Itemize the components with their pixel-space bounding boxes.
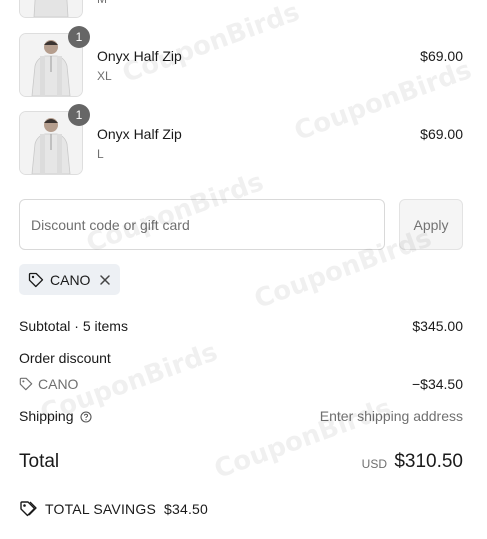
item-price: $69.00: [420, 48, 463, 64]
savings-value: $34.50: [164, 501, 209, 517]
quantity-badge: 1: [68, 104, 90, 126]
subtotal-row: Subtotal · 5 items $345.00: [19, 318, 463, 334]
item-name: Onyx Half Zip: [97, 48, 182, 64]
quantity-badge: 1: [68, 26, 90, 48]
item-variant: M: [97, 0, 107, 6]
order-discount-label: Order discount: [19, 350, 111, 366]
double-tag-icon: [20, 501, 37, 517]
discount-code-row: CANO −$34.50: [19, 376, 463, 392]
total-value: $310.50: [394, 451, 463, 472]
item-price: $69.00: [420, 126, 463, 142]
savings-label: TOTAL SAVINGS: [45, 501, 156, 517]
subtotal-label: Subtotal · 5 items: [19, 318, 128, 334]
item-variant: L: [97, 147, 104, 161]
discount-code-name: CANO: [38, 376, 79, 392]
shipping-label: Shipping: [19, 408, 74, 424]
help-circle-icon[interactable]: [79, 411, 92, 423]
discount-code-field[interactable]: [19, 199, 385, 250]
item-name: Onyx Half Zip: [97, 126, 182, 142]
product-thumbnail: [19, 0, 83, 18]
tag-icon: [19, 377, 33, 391]
watermark: CouponBirds: [210, 393, 396, 485]
apply-discount-button[interactable]: Apply: [399, 199, 463, 250]
line-item: M: [19, 0, 463, 18]
subtotal-value: $345.00: [412, 318, 463, 334]
item-variant: XL: [97, 69, 112, 83]
discount-value: −$34.50: [412, 376, 463, 392]
applied-discount-chip: CANO: [19, 264, 121, 295]
product-thumbnail: 1: [19, 26, 90, 97]
applied-discount-code: CANO: [50, 271, 91, 288]
product-image: [20, 0, 82, 17]
total-label: Total: [19, 451, 60, 472]
product-thumbnail: 1: [19, 104, 90, 175]
total-savings: TOTAL SAVINGS $34.50: [19, 500, 208, 518]
tag-icon: [28, 272, 44, 287]
currency-code: USD: [361, 457, 387, 471]
shipping-value: Enter shipping address: [319, 408, 463, 424]
shipping-row: Shipping Enter shipping address: [19, 408, 463, 424]
order-discount-row: Order discount: [19, 350, 463, 366]
line-item: 1 Onyx Half Zip XL $69.00: [19, 26, 463, 97]
close-icon[interactable]: [98, 273, 112, 287]
line-item: 1 Onyx Half Zip L $69.00: [19, 104, 463, 175]
discount-code-input[interactable]: [20, 200, 384, 249]
